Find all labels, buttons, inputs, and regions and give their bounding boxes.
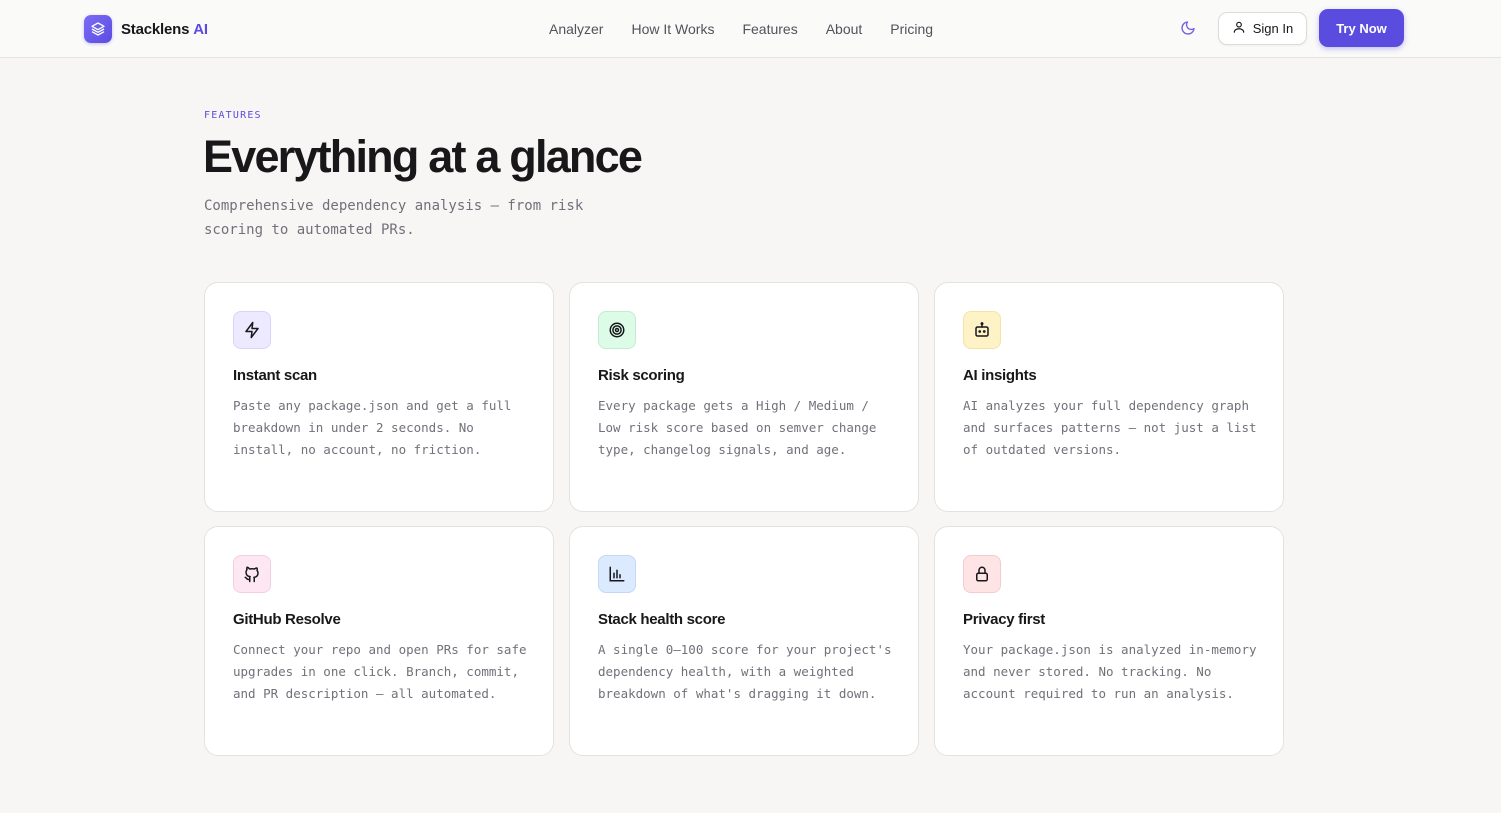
brand-logo[interactable]: Stacklens AI xyxy=(84,14,208,44)
robot-icon xyxy=(963,311,1001,349)
bar-chart-icon xyxy=(598,555,636,593)
layers-icon xyxy=(84,15,112,43)
page-subtitle: Comprehensive dependency analysis — from… xyxy=(204,198,584,238)
feature-description: Every package gets a High / Medium / Low… xyxy=(598,398,877,457)
feature-card-instant-scan: Instant scan Paste any package.json and … xyxy=(204,282,554,512)
moon-icon[interactable] xyxy=(1178,18,1198,38)
feature-description: A single 0–100 score for your project's … xyxy=(598,642,892,701)
nav-link-features[interactable]: Features xyxy=(742,19,797,39)
feature-title: Instant scan xyxy=(233,367,317,384)
feature-description: AI analyzes your full dependency graph a… xyxy=(963,398,1257,457)
top-navbar: Stacklens AI Analyzer How It Works Featur… xyxy=(0,0,1501,58)
nav-link-about[interactable]: About xyxy=(826,19,863,39)
feature-description: Paste any package.json and get a full br… xyxy=(233,398,512,457)
feature-title: Privacy first xyxy=(963,611,1045,628)
try-now-button[interactable]: Try Now xyxy=(1319,9,1404,47)
feature-title: GitHub Resolve xyxy=(233,611,341,628)
feature-description: Your package.json is analyzed in-memory … xyxy=(963,642,1257,701)
features-grid: Instant scan Paste any package.json and … xyxy=(204,282,1284,756)
try-now-label: Try Now xyxy=(1336,20,1387,36)
feature-title: Risk scoring xyxy=(598,367,685,384)
feature-card-stack-health-score: Stack health score A single 0–100 score … xyxy=(569,526,919,756)
feature-description: Connect your repo and open PRs for safe … xyxy=(233,642,527,701)
feature-card-privacy-first: Privacy first Your package.json is analy… xyxy=(934,526,1284,756)
user-icon xyxy=(1232,20,1246,37)
sign-in-button[interactable]: Sign In xyxy=(1218,12,1307,45)
target-icon xyxy=(598,311,636,349)
feature-title: Stack health score xyxy=(598,611,726,628)
feature-card-ai-insights: AI insights AI analyzes your full depend… xyxy=(934,282,1284,512)
brand-name: Stacklens AI xyxy=(121,20,208,38)
feature-title: AI insights xyxy=(963,367,1037,384)
github-icon xyxy=(233,555,271,593)
sign-in-label: Sign In xyxy=(1252,21,1294,36)
main-nav: Analyzer How It Works Features About Pri… xyxy=(549,19,961,39)
nav-link-pricing[interactable]: Pricing xyxy=(890,19,933,39)
lock-icon xyxy=(963,555,1001,593)
page-title: Everything at a glance xyxy=(203,131,643,182)
lightning-icon xyxy=(233,311,271,349)
nav-link-how-it-works[interactable]: How It Works xyxy=(631,19,714,39)
brand-accent: AI xyxy=(193,20,208,38)
section-eyebrow: FEATURES xyxy=(204,110,262,121)
feature-card-github-resolve: GitHub Resolve Connect your repo and ope… xyxy=(204,526,554,756)
nav-link-analyzer[interactable]: Analyzer xyxy=(549,19,603,39)
feature-card-risk-scoring: Risk scoring Every package gets a High /… xyxy=(569,282,919,512)
